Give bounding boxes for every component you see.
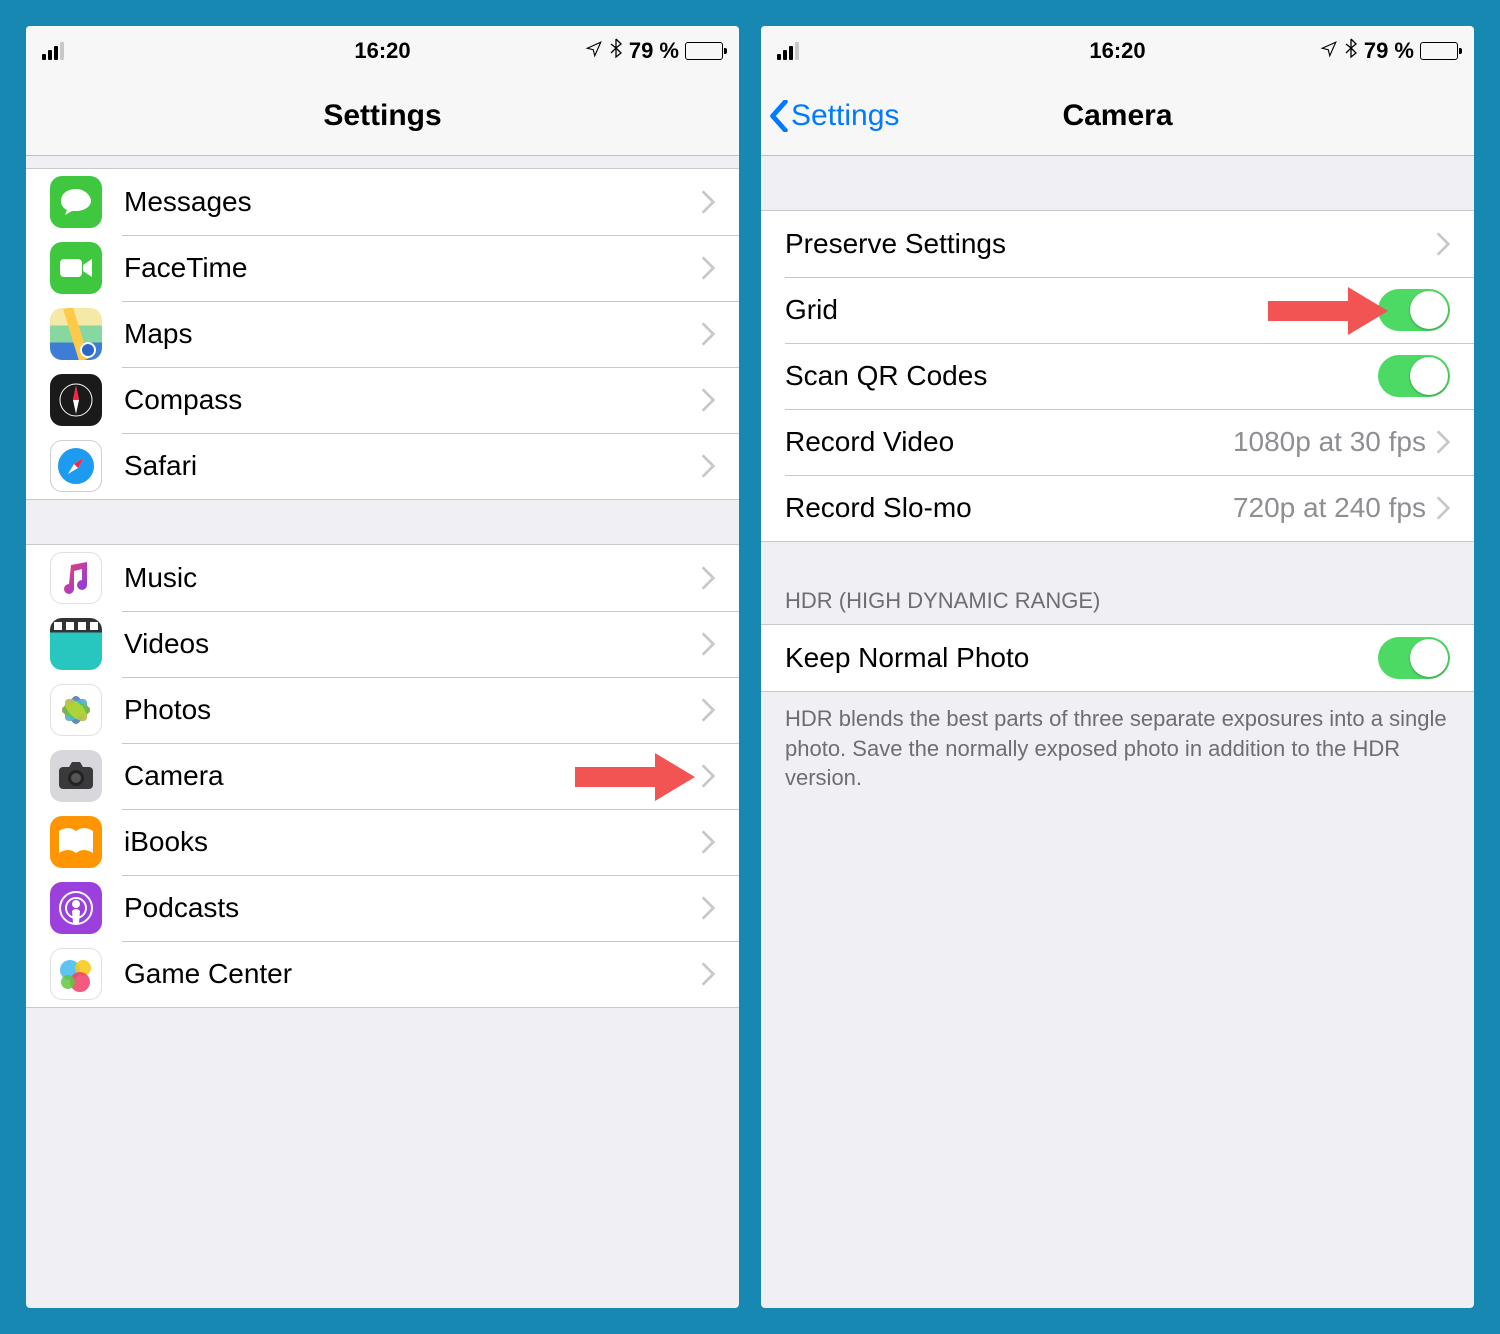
camera-group-1: Preserve Settings Grid Scan QR Codes Rec… bbox=[761, 210, 1474, 542]
chevron-right-icon bbox=[701, 388, 715, 412]
chevron-right-icon bbox=[701, 830, 715, 854]
podcasts-icon bbox=[50, 882, 102, 934]
chevron-right-icon bbox=[701, 632, 715, 656]
chevron-right-icon bbox=[1436, 496, 1450, 520]
camera-group-hdr: Keep Normal Photo bbox=[761, 624, 1474, 692]
row-maps[interactable]: Maps bbox=[26, 301, 739, 367]
maps-icon bbox=[50, 308, 102, 360]
row-label: Keep Normal Photo bbox=[785, 642, 1378, 674]
nav-bar: Settings Camera bbox=[761, 76, 1474, 156]
row-ibooks[interactable]: iBooks bbox=[26, 809, 739, 875]
row-label: Grid bbox=[785, 294, 1378, 326]
row-label: Music bbox=[124, 562, 701, 594]
row-label: FaceTime bbox=[124, 252, 701, 284]
row-record-video[interactable]: Record Video 1080p at 30 fps bbox=[761, 409, 1474, 475]
chevron-right-icon bbox=[701, 322, 715, 346]
music-icon bbox=[50, 552, 102, 604]
battery-icon bbox=[1420, 42, 1458, 60]
location-icon bbox=[585, 38, 603, 64]
row-music[interactable]: Music bbox=[26, 545, 739, 611]
chevron-right-icon bbox=[701, 256, 715, 280]
row-scan-qr[interactable]: Scan QR Codes bbox=[761, 343, 1474, 409]
bluetooth-icon bbox=[1344, 38, 1358, 64]
chevron-right-icon bbox=[1436, 430, 1450, 454]
row-safari[interactable]: Safari bbox=[26, 433, 739, 499]
row-videos[interactable]: Videos bbox=[26, 611, 739, 677]
row-label: Camera bbox=[124, 760, 701, 792]
row-value: 1080p at 30 fps bbox=[1233, 426, 1426, 458]
scan-qr-toggle[interactable] bbox=[1378, 355, 1450, 397]
row-label: Compass bbox=[124, 384, 701, 416]
row-camera[interactable]: Camera bbox=[26, 743, 739, 809]
status-bar: 16:20 79 % bbox=[26, 26, 739, 76]
row-value: 720p at 240 fps bbox=[1233, 492, 1426, 524]
row-label: Videos bbox=[124, 628, 701, 660]
facetime-icon bbox=[50, 242, 102, 294]
settings-group-1: Messages FaceTime Maps Compass Safari bbox=[26, 168, 739, 500]
ibooks-icon bbox=[50, 816, 102, 868]
row-record-slomo[interactable]: Record Slo-mo 720p at 240 fps bbox=[761, 475, 1474, 541]
safari-icon bbox=[50, 440, 102, 492]
row-grid[interactable]: Grid bbox=[761, 277, 1474, 343]
back-label: Settings bbox=[791, 99, 899, 133]
page-title: Settings bbox=[323, 99, 441, 133]
chevron-right-icon bbox=[701, 454, 715, 478]
row-compass[interactable]: Compass bbox=[26, 367, 739, 433]
settings-group-2: Music Videos Photos Camera bbox=[26, 544, 739, 1008]
compass-icon bbox=[50, 374, 102, 426]
page-title: Camera bbox=[1062, 99, 1172, 133]
row-label: Safari bbox=[124, 450, 701, 482]
chevron-right-icon bbox=[701, 896, 715, 920]
keep-normal-toggle[interactable] bbox=[1378, 637, 1450, 679]
row-messages[interactable]: Messages bbox=[26, 169, 739, 235]
settings-screen: 16:20 79 % Settings Messages FaceTime bbox=[26, 26, 739, 1308]
location-icon bbox=[1320, 38, 1338, 64]
back-button[interactable]: Settings bbox=[769, 99, 899, 133]
signal-icon bbox=[42, 42, 64, 60]
camera-settings-screen: 16:20 79 % Settings Camera Preserve Sett… bbox=[761, 26, 1474, 1308]
messages-icon bbox=[50, 176, 102, 228]
row-photos[interactable]: Photos bbox=[26, 677, 739, 743]
battery-icon bbox=[685, 42, 723, 60]
row-label: Record Video bbox=[785, 426, 1233, 458]
status-bar: 16:20 79 % bbox=[761, 26, 1474, 76]
row-label: Maps bbox=[124, 318, 701, 350]
bluetooth-icon bbox=[609, 38, 623, 64]
chevron-right-icon bbox=[701, 764, 715, 788]
battery-text: 79 % bbox=[1364, 38, 1414, 64]
section-footer-hdr: HDR blends the best parts of three separ… bbox=[761, 692, 1474, 809]
chevron-right-icon bbox=[1436, 232, 1450, 256]
row-label: Game Center bbox=[124, 958, 701, 990]
videos-icon bbox=[50, 618, 102, 670]
row-label: Record Slo-mo bbox=[785, 492, 1233, 524]
row-keep-normal-photo[interactable]: Keep Normal Photo bbox=[761, 625, 1474, 691]
row-label: Photos bbox=[124, 694, 701, 726]
chevron-right-icon bbox=[701, 698, 715, 722]
row-label: Podcasts bbox=[124, 892, 701, 924]
photos-icon bbox=[50, 684, 102, 736]
battery-text: 79 % bbox=[629, 38, 679, 64]
nav-bar: Settings bbox=[26, 76, 739, 156]
row-label: iBooks bbox=[124, 826, 701, 858]
row-gamecenter[interactable]: Game Center bbox=[26, 941, 739, 1007]
gamecenter-icon bbox=[50, 948, 102, 1000]
grid-toggle[interactable] bbox=[1378, 289, 1450, 331]
row-podcasts[interactable]: Podcasts bbox=[26, 875, 739, 941]
row-label: Messages bbox=[124, 186, 701, 218]
camera-icon bbox=[50, 750, 102, 802]
row-preserve-settings[interactable]: Preserve Settings bbox=[761, 211, 1474, 277]
chevron-right-icon bbox=[701, 190, 715, 214]
row-facetime[interactable]: FaceTime bbox=[26, 235, 739, 301]
section-header-hdr: HDR (High Dynamic Range) bbox=[761, 572, 1474, 624]
row-label: Preserve Settings bbox=[785, 228, 1436, 260]
chevron-right-icon bbox=[701, 566, 715, 590]
row-label: Scan QR Codes bbox=[785, 360, 1378, 392]
signal-icon bbox=[777, 42, 799, 60]
chevron-right-icon bbox=[701, 962, 715, 986]
